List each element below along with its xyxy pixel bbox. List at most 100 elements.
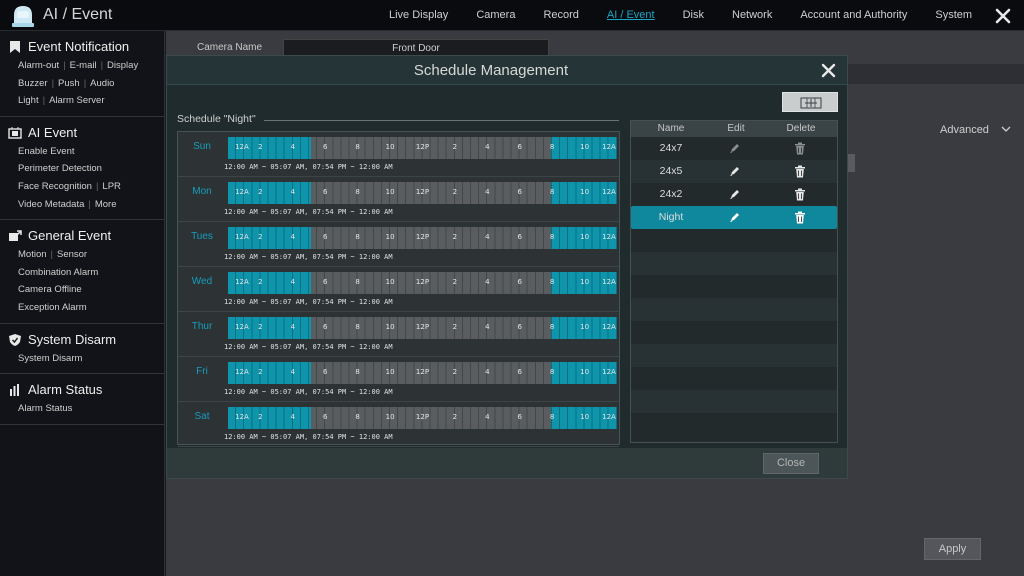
- day-timeline[interactable]: 12A 2 4 6 8 10 12P 2 4 6 8 10 12A: [228, 272, 617, 294]
- sidebar-heading[interactable]: System Disarm: [0, 330, 164, 350]
- table-row-empty: [631, 367, 837, 390]
- sidebar-heading[interactable]: General Event: [0, 226, 164, 246]
- sidebar-item-camera-offline[interactable]: Camera Offline: [18, 284, 82, 295]
- edit-pencil-icon[interactable]: [729, 188, 741, 200]
- separator: |: [88, 198, 91, 210]
- day-label[interactable]: Mon: [178, 186, 226, 197]
- timeline-hour-label: 2: [452, 413, 458, 421]
- edit-pencil-icon[interactable]: [729, 211, 741, 223]
- table-row[interactable]: 24x5: [631, 160, 837, 183]
- column-header-name: Name: [657, 123, 685, 134]
- timeline-hour-label: 4: [485, 143, 490, 151]
- sidebar-item-audio[interactable]: Audio: [90, 78, 114, 89]
- nav-network[interactable]: Network: [718, 0, 786, 31]
- trash-icon[interactable]: [794, 211, 806, 224]
- day-label[interactable]: Wed: [178, 276, 226, 287]
- schedule-name: 24x7: [659, 142, 683, 154]
- table-row-empty: [631, 413, 837, 436]
- sidebar-item-face-recognition[interactable]: Face Recognition: [18, 181, 92, 192]
- sidebar-item-buzzer[interactable]: Buzzer: [18, 78, 48, 89]
- close-button[interactable]: Close: [763, 453, 819, 474]
- sidebar-item-sensor[interactable]: Sensor: [57, 249, 87, 260]
- table-row[interactable]: 24x2: [631, 183, 837, 206]
- day-label[interactable]: Sun: [178, 141, 226, 152]
- sidebar-item-video-metadata[interactable]: Video Metadata: [18, 199, 84, 210]
- sidebar-item-alarm-server[interactable]: Alarm Server: [49, 95, 104, 106]
- nav-account-and-authority[interactable]: Account and Authority: [786, 0, 921, 31]
- timeline-hour-label: 4: [485, 323, 490, 331]
- day-time-ranges: 12:00 AM ~ 05:07 AM, 07:54 PM ~ 12:00 AM: [224, 433, 393, 441]
- sidebar-heading[interactable]: AI Event: [0, 123, 164, 143]
- timeline-hour-label: 8: [549, 368, 555, 376]
- day-timeline[interactable]: 12A 2 4 6 8 10 12P 2 4 6 8 10 12A: [228, 227, 617, 249]
- dialog-title: Schedule Management: [413, 62, 569, 79]
- timeline-hour-label: 6: [517, 413, 522, 421]
- day-timeline[interactable]: 12A 2 4 6 8 10 12P 2 4 6 8 10 12A: [228, 137, 617, 159]
- trash-icon[interactable]: [794, 188, 806, 201]
- day-label[interactable]: Sat: [178, 411, 226, 422]
- scroll-handle[interactable]: [848, 154, 855, 172]
- day-timeline[interactable]: 12A 2 4 6 8 10 12P 2 4 6 8 10 12A: [228, 182, 617, 204]
- separator: |: [95, 180, 99, 192]
- add-schedule-icon: [800, 97, 822, 109]
- shield-icon: [9, 333, 21, 346]
- day-label[interactable]: Tues: [178, 231, 226, 242]
- apply-button[interactable]: Apply: [924, 538, 981, 560]
- timeline-hour-label: 8: [355, 278, 360, 286]
- sidebar-item-more[interactable]: More: [95, 199, 117, 210]
- nav-live-display[interactable]: Live Display: [375, 0, 462, 31]
- day-row: Wed 12A 2 4 6 8 10 12P 2 4 6 8 10 12A 12:00 AM ~ 05:07…: [178, 267, 619, 312]
- table-row-empty: [631, 275, 837, 298]
- timeline-hour-label: 12A: [602, 233, 616, 241]
- sidebar-item-system-disarm[interactable]: System Disarm: [18, 353, 82, 364]
- timeline-hour-label: 10: [385, 413, 395, 421]
- day-timeline[interactable]: 12A 2 4 6 8 10 12P 2 4 6 8 10 12A: [228, 407, 617, 429]
- chevron-down-icon[interactable]: [1001, 124, 1011, 134]
- separator: |: [63, 60, 66, 71]
- sidebar-item-enable-event[interactable]: Enable Event: [18, 146, 75, 157]
- close-icon[interactable]: [821, 63, 836, 78]
- timeline-hour-label: 10: [385, 278, 395, 286]
- nav-ai-event[interactable]: AI / Event: [593, 0, 669, 31]
- timeline-hour-label: 4: [290, 188, 296, 196]
- nav-disk[interactable]: Disk: [669, 0, 718, 31]
- day-label[interactable]: Fri: [178, 366, 226, 377]
- table-row[interactable]: Night: [631, 206, 837, 229]
- nav-record[interactable]: Record: [529, 0, 592, 31]
- timeline-hour-label: 12P: [415, 278, 430, 286]
- table-row[interactable]: 24x7: [631, 137, 837, 160]
- sidebar-item-e-mail[interactable]: E-mail: [70, 60, 97, 71]
- sidebar-item-combination-alarm[interactable]: Combination Alarm: [18, 267, 98, 278]
- sidebar-heading[interactable]: Alarm Status: [0, 380, 164, 400]
- timeline-hour-label: 10: [385, 323, 395, 331]
- sidebar-heading-label: General Event: [28, 228, 112, 244]
- sidebar-item-light[interactable]: Light: [18, 95, 39, 106]
- nav-camera[interactable]: Camera: [462, 0, 529, 31]
- sidebar-item-display[interactable]: Display: [107, 60, 138, 71]
- timeline-hour-label: 6: [323, 188, 328, 196]
- sidebar-row: Video Metadata | More: [0, 196, 164, 214]
- day-timeline[interactable]: 12A 2 4 6 8 10 12P 2 4 6 8 10 12A: [228, 362, 617, 384]
- close-icon[interactable]: [994, 7, 1012, 25]
- advanced-toggle[interactable]: Advanced: [940, 124, 989, 136]
- sidebar-item-alarm-status[interactable]: Alarm Status: [18, 403, 72, 414]
- sidebar-heading[interactable]: Event Notification: [0, 37, 164, 57]
- timeline-hour-label: 10: [580, 188, 590, 196]
- day-row: Thur 12A 2 4 6 8 10 12P 2 4 6 8 10 12A 12:00 AM ~ 05:0…: [178, 312, 619, 357]
- sidebar-item-motion[interactable]: Motion: [18, 249, 47, 260]
- sidebar-item-push[interactable]: Push: [58, 78, 80, 89]
- sidebar-row: Enable Event: [0, 143, 164, 161]
- day-timeline[interactable]: 12A 2 4 6 8 10 12P 2 4 6 8 10 12A: [228, 317, 617, 339]
- sidebar-item-perimeter-detection[interactable]: Perimeter Detection: [18, 163, 102, 174]
- day-label[interactable]: Thur: [178, 321, 226, 332]
- nav-system[interactable]: System: [921, 0, 986, 31]
- trash-icon[interactable]: [794, 165, 806, 178]
- timeline-hour-label: 12P: [415, 413, 430, 421]
- timeline-hour-label: 2: [258, 368, 263, 376]
- sidebar-item-exception-alarm[interactable]: Exception Alarm: [18, 302, 87, 313]
- edit-pencil-icon[interactable]: [729, 165, 741, 177]
- sidebar-item-alarm-out[interactable]: Alarm-out: [18, 60, 59, 71]
- sidebar-item-lpr[interactable]: LPR: [102, 181, 120, 192]
- timeline-hour-label: 12A: [602, 143, 616, 151]
- add-schedule-button[interactable]: [782, 92, 838, 112]
